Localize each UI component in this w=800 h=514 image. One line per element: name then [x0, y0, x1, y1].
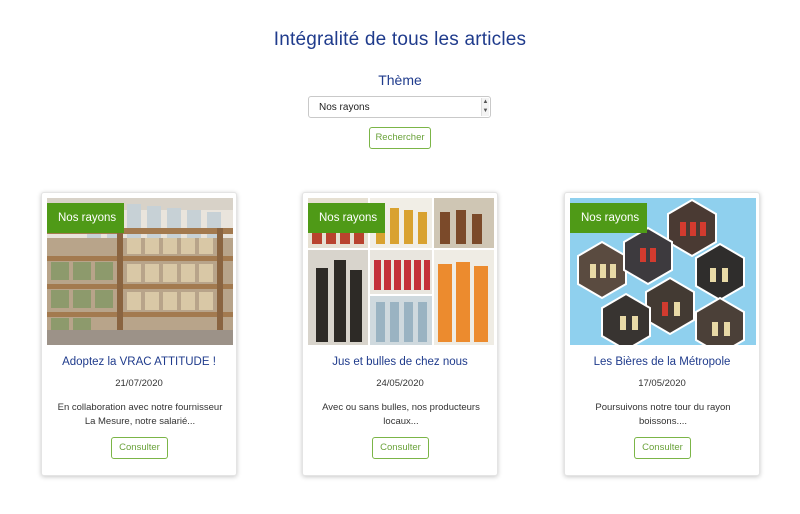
article-excerpt: En collaboration avec notre fournisseur … — [57, 402, 223, 427]
select-arrow-icon: ▲ ▼ — [481, 98, 489, 116]
category-badge: Nos rayons — [570, 203, 647, 233]
article-excerpt: Poursuivons notre tour du rayon boissons… — [595, 402, 731, 427]
article-image-beers[interactable]: Nos rayons — [570, 198, 756, 345]
article-card: Nos rayons Jus et bulles de chez nous 24… — [302, 192, 498, 476]
theme-select[interactable]: Nos rayons ▲ ▼ — [308, 96, 491, 118]
article-date: 17/05/2020 — [638, 378, 686, 389]
category-badge: Nos rayons — [47, 203, 124, 233]
article-date: 24/05/2020 — [376, 378, 424, 389]
article-title[interactable]: Adoptez la VRAC ATTITUDE ! — [42, 356, 236, 368]
page-title: Intégralité de tous les articles — [273, 29, 527, 50]
article-title[interactable]: Les Bières de la Métropole — [565, 356, 759, 368]
article-title[interactable]: Jus et bulles de chez nous — [303, 356, 497, 368]
category-badge: Nos rayons — [308, 203, 385, 233]
article-excerpt: Avec ou sans bulles, nos producteurs loc… — [322, 402, 480, 427]
article-card: Nos rayons Les Bières de la Métropole 17… — [564, 192, 760, 476]
article-image-bulk-store[interactable]: Nos rayons — [47, 198, 233, 345]
search-button[interactable]: Rechercher — [369, 127, 431, 149]
article-card: Nos rayons Adoptez la VRAC ATTITUDE ! 21… — [41, 192, 237, 476]
consult-button[interactable]: Consulter — [111, 437, 168, 459]
article-date: 21/07/2020 — [115, 378, 163, 389]
article-image-juices[interactable]: Nos rayons — [308, 198, 494, 345]
consult-button[interactable]: Consulter — [634, 437, 691, 459]
theme-select-value: Nos rayons — [319, 102, 370, 113]
theme-label: Thème — [378, 72, 422, 88]
consult-button[interactable]: Consulter — [372, 437, 429, 459]
